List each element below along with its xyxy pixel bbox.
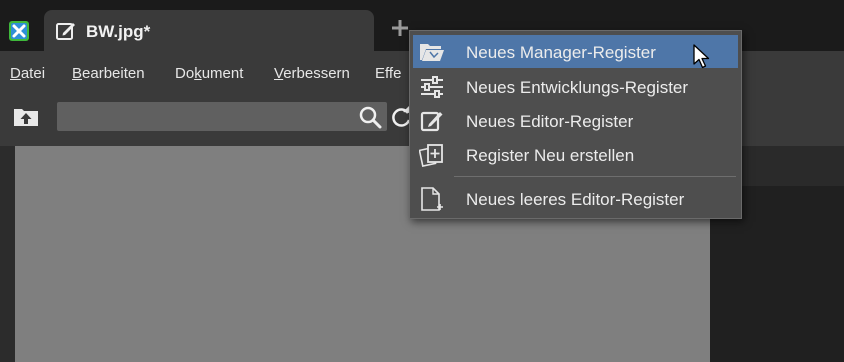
menu-item-label: Register Neu erstellen	[466, 146, 635, 165]
menu-item-recreate-tabs[interactable]: Register Neu erstellen	[413, 138, 738, 171]
menu-verbessern[interactable]: Verbessern	[274, 65, 350, 82]
menu-item-label: Neues Entwicklungs-Register	[466, 78, 689, 97]
folder-open-icon	[420, 44, 444, 61]
app-logo-icon[interactable]	[8, 20, 30, 42]
left-panel-edge	[0, 146, 15, 362]
recreate-tabs-icon	[419, 144, 443, 167]
tab-bw-jpg[interactable]: BW.jpg*	[44, 10, 374, 51]
search-icon[interactable]	[358, 105, 382, 129]
edit-icon	[420, 111, 443, 132]
menu-item-new-blank-editor-tab[interactable]: Neues leeres Editor-Register	[413, 182, 738, 215]
mouse-cursor-icon	[693, 44, 710, 69]
edit-icon	[56, 23, 75, 40]
menu-item-new-manager-tab[interactable]: Neues Manager-Register	[413, 35, 738, 68]
menu-item-new-develop-tab[interactable]: Neues Entwicklungs-Register	[413, 70, 738, 103]
menu-item-label: Neues Manager-Register	[466, 43, 656, 62]
blank-page-icon	[421, 187, 443, 211]
menu-item-label: Neues leeres Editor-Register	[466, 190, 685, 209]
menu-separator	[454, 176, 736, 177]
menu-effekte[interactable]: Effe	[375, 65, 401, 82]
menu-item-new-editor-tab[interactable]: Neues Editor-Register	[413, 104, 738, 137]
search-input[interactable]	[57, 102, 387, 131]
menu-bearbeiten[interactable]: Bearbeiten	[72, 65, 145, 82]
menu-datei[interactable]: Datei	[10, 65, 45, 82]
sliders-icon	[421, 76, 443, 98]
menu-dokument[interactable]: Dokument	[175, 65, 243, 82]
add-tab-icon[interactable]	[389, 17, 411, 39]
up-folder-icon[interactable]	[13, 105, 39, 127]
menu-item-label: Neues Editor-Register	[466, 112, 634, 131]
tab-title: BW.jpg*	[86, 22, 151, 41]
